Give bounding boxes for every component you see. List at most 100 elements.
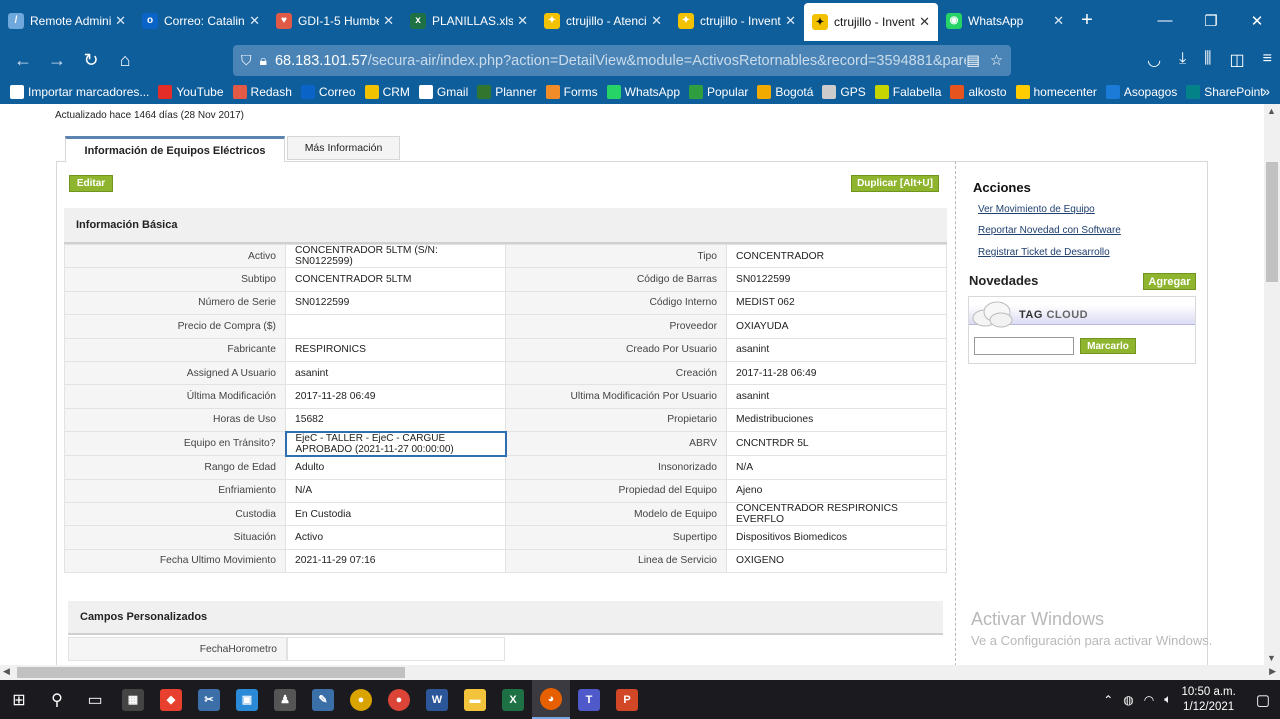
- tab-close-icon[interactable]: ✕: [249, 13, 260, 29]
- scroll-down-icon[interactable]: ▼: [1267, 653, 1276, 663]
- field-value: CNCNTRDR 5L: [726, 431, 947, 457]
- tab-close-icon[interactable]: ✕: [383, 13, 394, 29]
- library-icon[interactable]: ⫼: [1204, 50, 1211, 70]
- tab-close-icon[interactable]: ✕: [651, 13, 662, 29]
- vertical-scroll-thumb[interactable]: [1266, 162, 1278, 282]
- bookmark-item[interactable]: Falabella: [874, 85, 941, 99]
- browser-tab[interactable]: o Correo: Catalina ✕: [134, 0, 268, 41]
- bookmark-item[interactable]: Planner: [477, 85, 537, 99]
- action-link-report[interactable]: Reportar Novedad con Software: [978, 225, 1121, 236]
- remote-desktop-icon[interactable]: ▣: [228, 680, 266, 719]
- bookmark-item[interactable]: WhatsApp: [606, 85, 680, 99]
- close-window-icon[interactable]: ✕: [1234, 0, 1280, 41]
- scroll-left-icon[interactable]: ◀: [3, 666, 10, 677]
- back-icon[interactable]: ←: [6, 50, 40, 71]
- calculator-icon[interactable]: ▦: [114, 680, 152, 719]
- more-bookmarks-icon[interactable]: »: [1262, 83, 1270, 99]
- browser-tab[interactable]: ✦ ctrujillo - Atenci ✕: [536, 0, 670, 41]
- action-link-ticket[interactable]: Registrar Ticket de Desarrollo: [978, 247, 1110, 258]
- table-row: Custodia En Custodia Modelo de Equipo CONCE…: [64, 501, 947, 527]
- tab-close-icon[interactable]: ✕: [517, 13, 528, 29]
- clock[interactable]: 10:50 a.m. 1/12/2021: [1181, 685, 1235, 715]
- browser-tab[interactable]: x PLANILLAS.xlsx ✕: [402, 0, 536, 41]
- teams-icon[interactable]: T: [570, 680, 608, 719]
- bookmark-item[interactable]: Popular: [689, 85, 748, 99]
- volume-icon[interactable]: 🔈︎: [1164, 692, 1171, 707]
- add-button[interactable]: Agregar: [1143, 273, 1196, 290]
- action-link-movement[interactable]: Ver Movimiento de Equipo: [978, 204, 1095, 215]
- bookmark-item[interactable]: YouTube: [158, 85, 224, 99]
- bookmark-item[interactable]: Asopagos: [1105, 85, 1177, 99]
- bookmark-item[interactable]: Gmail: [418, 85, 468, 99]
- firefox-icon[interactable]: ◕: [532, 680, 570, 719]
- bookmark-item[interactable]: SharePoint: [1186, 85, 1264, 99]
- pocket-icon[interactable]: ◡: [1147, 50, 1161, 70]
- network-icon[interactable]: ◍: [1123, 693, 1133, 707]
- notifications-icon[interactable]: ▢: [1256, 691, 1270, 709]
- field-value: Medistribuciones: [726, 407, 947, 433]
- mark-button[interactable]: Marcarlo: [1080, 338, 1136, 354]
- anydesk-icon[interactable]: ◆: [152, 680, 190, 719]
- chrome-icon[interactable]: ●: [380, 680, 418, 719]
- download-icon[interactable]: ⤓: [1179, 50, 1186, 70]
- sidebar-icon[interactable]: ◫: [1230, 50, 1245, 70]
- vertical-scrollbar[interactable]: ▲ ▼: [1264, 104, 1280, 665]
- reload-icon[interactable]: ↻: [74, 50, 108, 71]
- tab-close-icon[interactable]: ✕: [1053, 13, 1064, 29]
- browser-tab[interactable]: ✦ ctrujillo - Invent ✕: [804, 3, 938, 41]
- word-icon[interactable]: W: [418, 680, 456, 719]
- tab-equipment-info[interactable]: Información de Equipos Eléctricos: [65, 136, 285, 162]
- browser-tab[interactable]: / Remote Adminis ✕: [0, 0, 134, 41]
- reader-view-icon[interactable]: ▤: [966, 53, 980, 69]
- home-icon[interactable]: ⌂: [108, 50, 142, 71]
- tab-favicon-icon: ✦: [678, 12, 694, 29]
- browser-tab[interactable]: ✦ ctrujillo - Invent ✕: [670, 0, 804, 41]
- bookmark-item[interactable]: CRM: [364, 85, 410, 99]
- shield-icon[interactable]: ⛉: [241, 52, 252, 69]
- bookmark-favicon-icon: [822, 85, 837, 99]
- search-icon[interactable]: ⚲: [38, 680, 76, 719]
- file-explorer-icon[interactable]: ▬: [456, 680, 494, 719]
- tab-close-icon[interactable]: ✕: [785, 13, 796, 29]
- bookmark-item[interactable]: homecenter: [1015, 85, 1097, 99]
- app-icon-1[interactable]: ♟: [266, 680, 304, 719]
- horizontal-scroll-thumb[interactable]: [17, 667, 405, 678]
- start-icon[interactable]: ⊞: [0, 680, 38, 719]
- lock-icon[interactable]: 🔒︎: [260, 52, 267, 69]
- forward-icon[interactable]: →: [40, 50, 74, 71]
- bookmark-item[interactable]: Importar marcadores...: [10, 85, 149, 99]
- excel-icon[interactable]: X: [494, 680, 532, 719]
- bookmark-item[interactable]: GPS: [822, 85, 866, 99]
- tab-more-info[interactable]: Más Información: [287, 136, 400, 160]
- bookmark-item[interactable]: Correo: [300, 85, 356, 99]
- snipping-tool-icon[interactable]: ✂: [190, 680, 228, 719]
- menu-icon[interactable]: ≡: [1263, 50, 1272, 70]
- paint-icon[interactable]: ✎: [304, 680, 342, 719]
- new-tab-button[interactable]: +: [1072, 0, 1102, 41]
- chrome-canary-icon[interactable]: ●: [342, 680, 380, 719]
- tab-close-icon[interactable]: ✕: [115, 13, 126, 29]
- address-bar[interactable]: ⛉ 🔒︎ 68.183.101.57 /secura-air/index.php…: [233, 45, 1011, 76]
- bookmark-item[interactable]: Forms: [545, 85, 598, 99]
- scroll-up-icon[interactable]: ▲: [1267, 106, 1276, 116]
- scroll-right-icon[interactable]: ▶: [1269, 666, 1276, 677]
- tray-expand-icon[interactable]: ⌃: [1103, 693, 1113, 707]
- browser-tab[interactable]: ◉ WhatsApp ✕: [938, 0, 1072, 41]
- task-view-icon[interactable]: ▭: [76, 680, 114, 719]
- bookmark-item[interactable]: alkosto: [950, 85, 1007, 99]
- tab-close-icon[interactable]: ✕: [919, 14, 930, 30]
- minimize-icon[interactable]: —: [1142, 0, 1188, 41]
- tag-input[interactable]: [974, 337, 1074, 355]
- tab-favicon-icon: o: [142, 12, 158, 29]
- edit-button[interactable]: Editar: [69, 175, 113, 192]
- bookmark-item[interactable]: Bogotá: [757, 85, 813, 99]
- table-row: Assigned A Usuario asanint Creación 2017-11…: [64, 360, 947, 386]
- bookmark-star-icon[interactable]: ☆: [990, 53, 1003, 69]
- wifi-icon[interactable]: ◠: [1144, 693, 1154, 707]
- duplicate-button[interactable]: Duplicar [Alt+U]: [851, 175, 939, 192]
- restore-icon[interactable]: ❐: [1188, 0, 1234, 41]
- bookmark-item[interactable]: Redash: [232, 85, 292, 99]
- browser-tab[interactable]: ♥ GDI-1-5 Humbe ✕: [268, 0, 402, 41]
- horizontal-scrollbar[interactable]: ◀ ▶: [0, 665, 1280, 680]
- powerpoint-icon[interactable]: P: [608, 680, 646, 719]
